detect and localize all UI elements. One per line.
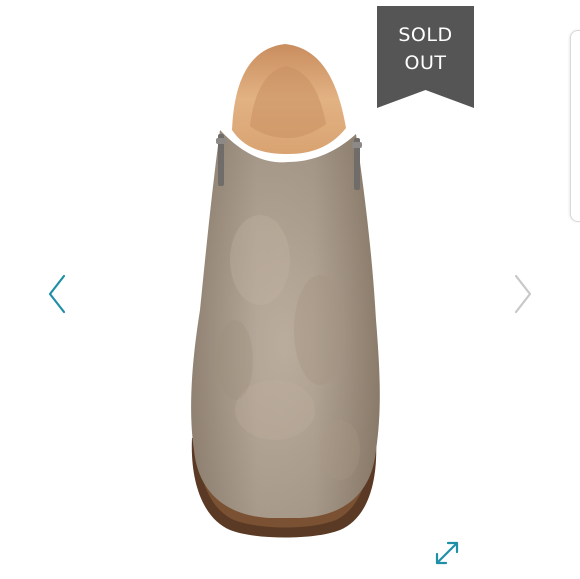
- chevron-right-icon: [514, 274, 532, 314]
- sold-out-badge: SOLD OUT: [377, 6, 474, 108]
- expand-image-button[interactable]: [432, 538, 462, 568]
- next-image-button[interactable]: [508, 270, 538, 318]
- chevron-left-icon: [48, 274, 66, 314]
- previous-image-button[interactable]: [42, 270, 72, 318]
- sold-out-badge-line2: OUT: [404, 52, 447, 74]
- product-photo-boot: [191, 44, 380, 538]
- side-panel-handle[interactable]: [570, 30, 580, 222]
- expand-diagonal-icon: [435, 541, 459, 565]
- sold-out-badge-line1: SOLD: [398, 24, 453, 46]
- product-image-viewer: SOLD OUT: [0, 0, 580, 579]
